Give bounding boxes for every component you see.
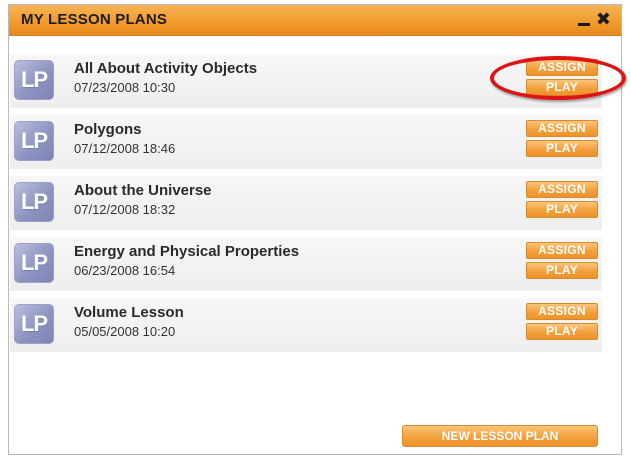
assign-button[interactable]: ASSIGN	[526, 59, 598, 76]
play-button[interactable]: PLAY	[526, 201, 598, 218]
assign-button[interactable]: ASSIGN	[526, 181, 598, 198]
lesson-plan-name: Energy and Physical Properties	[74, 243, 300, 260]
lesson-plan-icon: LP	[14, 182, 54, 222]
lesson-plan-date: 07/12/2008 18:46	[74, 141, 176, 156]
new-lesson-plan-button[interactable]: NEW LESSON PLAN	[402, 425, 598, 447]
assign-button[interactable]: ASSIGN	[526, 120, 598, 137]
minimize-icon[interactable]	[577, 22, 590, 26]
lesson-plan-icon: LP	[14, 243, 54, 283]
lesson-plan-date: 07/12/2008 18:32	[74, 202, 176, 217]
list-item[interactable]: LP All About Activity Objects 07/23/2008…	[10, 54, 602, 108]
lesson-plan-icon: LP	[14, 304, 54, 344]
play-button[interactable]: PLAY	[526, 323, 598, 340]
lesson-plan-date: 05/05/2008 10:20	[74, 324, 176, 339]
lesson-plan-name: Polygons	[74, 121, 142, 138]
lesson-plan-icon: LP	[14, 121, 54, 161]
window-controls: ✖	[577, 9, 611, 29]
list-item[interactable]: LP Polygons 07/12/2008 18:46 ASSIGN PLAY	[10, 115, 602, 169]
window-title: MY LESSON PLANS	[21, 11, 168, 28]
list-item[interactable]: LP About the Universe 07/12/2008 18:32 A…	[10, 176, 602, 230]
list-item[interactable]: LP Energy and Physical Properties 06/23/…	[10, 237, 602, 291]
lesson-plan-name: About the Universe	[74, 182, 212, 199]
lesson-plan-icon: LP	[14, 60, 54, 100]
play-button[interactable]: PLAY	[526, 262, 598, 279]
title-bar[interactable]: MY LESSON PLANS ✖	[9, 5, 621, 36]
play-button[interactable]: PLAY	[526, 79, 598, 96]
lesson-plan-list: LP All About Activity Objects 07/23/2008…	[10, 54, 602, 359]
lesson-plan-name: All About Activity Objects	[74, 60, 258, 77]
lesson-plan-date: 06/23/2008 16:54	[74, 263, 176, 278]
lesson-plan-name: Volume Lesson	[74, 304, 184, 321]
assign-button[interactable]: ASSIGN	[526, 242, 598, 259]
play-button[interactable]: PLAY	[526, 140, 598, 157]
assign-button[interactable]: ASSIGN	[526, 303, 598, 320]
list-item[interactable]: LP Volume Lesson 05/05/2008 10:20 ASSIGN…	[10, 298, 602, 352]
close-icon[interactable]: ✖	[596, 9, 611, 29]
lesson-plan-date: 07/23/2008 10:30	[74, 80, 176, 95]
